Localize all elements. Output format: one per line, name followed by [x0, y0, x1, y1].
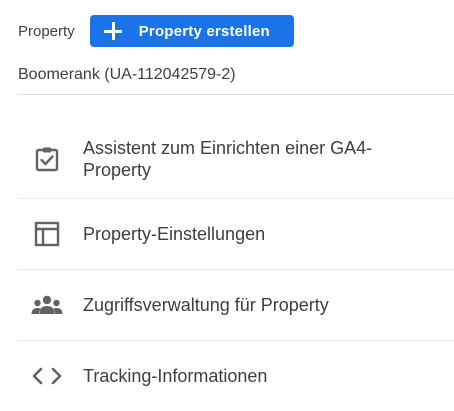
property-menu: Assistent zum Einrichten einer GA4-Prope…: [18, 125, 454, 411]
menu-item-label: Assistent zum Einrichten einer GA4-Prope…: [70, 129, 403, 185]
clipboard-check-icon: [31, 143, 63, 175]
menu-item-property-settings[interactable]: Property-Einstellungen: [18, 199, 454, 270]
plus-icon: [102, 20, 124, 42]
property-header: Property Property erstellen: [18, 15, 294, 47]
menu-item-label: Zugriffsverwaltung für Property: [83, 295, 329, 315]
property-selector[interactable]: Boomerank (UA-112042579-2): [18, 66, 236, 84]
people-group-icon: [31, 289, 63, 321]
menu-item-property-access-management[interactable]: Zugriffsverwaltung für Property: [18, 270, 454, 341]
menu-item-label: Tracking-Informationen: [83, 366, 268, 386]
menu-item-label: Property-Einstellungen: [83, 224, 266, 244]
create-property-button[interactable]: Property erstellen: [89, 15, 294, 47]
menu-item-ga4-setup-assistant[interactable]: Assistent zum Einrichten einer GA4-Prope…: [18, 125, 454, 199]
header-divider: [18, 94, 454, 95]
create-property-button-label: Property erstellen: [138, 22, 270, 40]
property-header-label: Property: [18, 22, 75, 40]
window-layout-icon: [31, 218, 63, 250]
menu-item-tracking-info[interactable]: Tracking-Informationen: [18, 341, 454, 411]
code-brackets-icon: [31, 360, 63, 392]
